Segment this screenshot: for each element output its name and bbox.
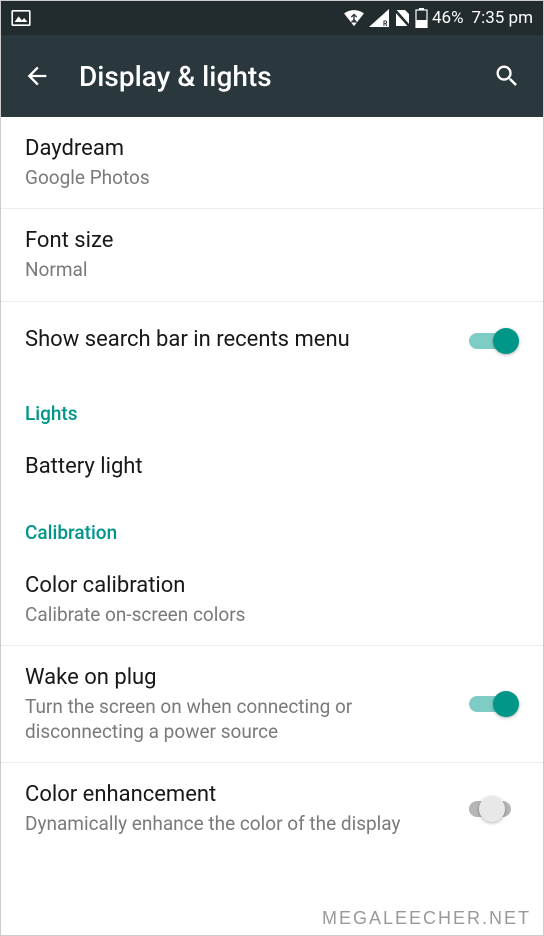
setting-color-calibration[interactable]: Color calibration Calibrate on-screen co… — [1, 554, 543, 646]
setting-subtitle: Google Photos — [25, 166, 519, 191]
battery-percent: 46% — [432, 8, 464, 28]
setting-title: Wake on plug — [25, 664, 467, 693]
signal-icon: R — [369, 9, 389, 27]
notification-picture-icon — [11, 10, 31, 26]
section-header-calibration: Calibration — [1, 499, 543, 554]
setting-daydream[interactable]: Daydream Google Photos — [1, 117, 543, 209]
setting-battery-light[interactable]: Battery light — [1, 435, 543, 500]
watermark: MEGALEECHER.NET — [322, 908, 531, 929]
setting-title: Show search bar in recents menu — [25, 326, 467, 355]
setting-title: Font size — [25, 227, 519, 256]
setting-title: Daydream — [25, 135, 519, 164]
arrow-back-icon — [23, 62, 51, 90]
setting-subtitle: Calibrate on-screen colors — [25, 603, 519, 628]
back-button[interactable] — [15, 54, 59, 98]
setting-subtitle: Turn the screen on when connecting or di… — [25, 695, 467, 744]
toggle-wake-on-plug[interactable] — [467, 689, 519, 719]
toggle-search-bar-recents[interactable] — [467, 326, 519, 356]
search-icon — [493, 62, 521, 90]
battery-icon — [415, 8, 428, 28]
setting-subtitle: Normal — [25, 258, 519, 283]
setting-subtitle: Dynamically enhance the color of the dis… — [25, 812, 467, 837]
setting-color-enhancement[interactable]: Color enhancement Dynamically enhance th… — [1, 763, 543, 854]
page-title: Display & lights — [79, 60, 485, 93]
setting-title: Battery light — [25, 453, 519, 482]
setting-title: Color calibration — [25, 572, 519, 601]
setting-font-size[interactable]: Font size Normal — [1, 209, 543, 301]
wifi-icon — [343, 9, 365, 27]
svg-text:R: R — [383, 20, 388, 27]
no-sim-icon — [393, 8, 411, 28]
toggle-color-enhancement[interactable] — [467, 794, 519, 824]
status-bar: R 46% 7:35 pm — [1, 1, 543, 35]
setting-title: Color enhancement — [25, 781, 467, 810]
section-header-lights: Lights — [1, 380, 543, 435]
settings-list: Daydream Google Photos Font size Normal … — [1, 117, 543, 855]
app-bar: Display & lights — [1, 35, 543, 117]
setting-wake-on-plug[interactable]: Wake on plug Turn the screen on when con… — [1, 646, 543, 763]
clock: 7:35 pm — [472, 8, 533, 28]
setting-search-bar-recents[interactable]: Show search bar in recents menu — [1, 302, 543, 380]
search-button[interactable] — [485, 54, 529, 98]
